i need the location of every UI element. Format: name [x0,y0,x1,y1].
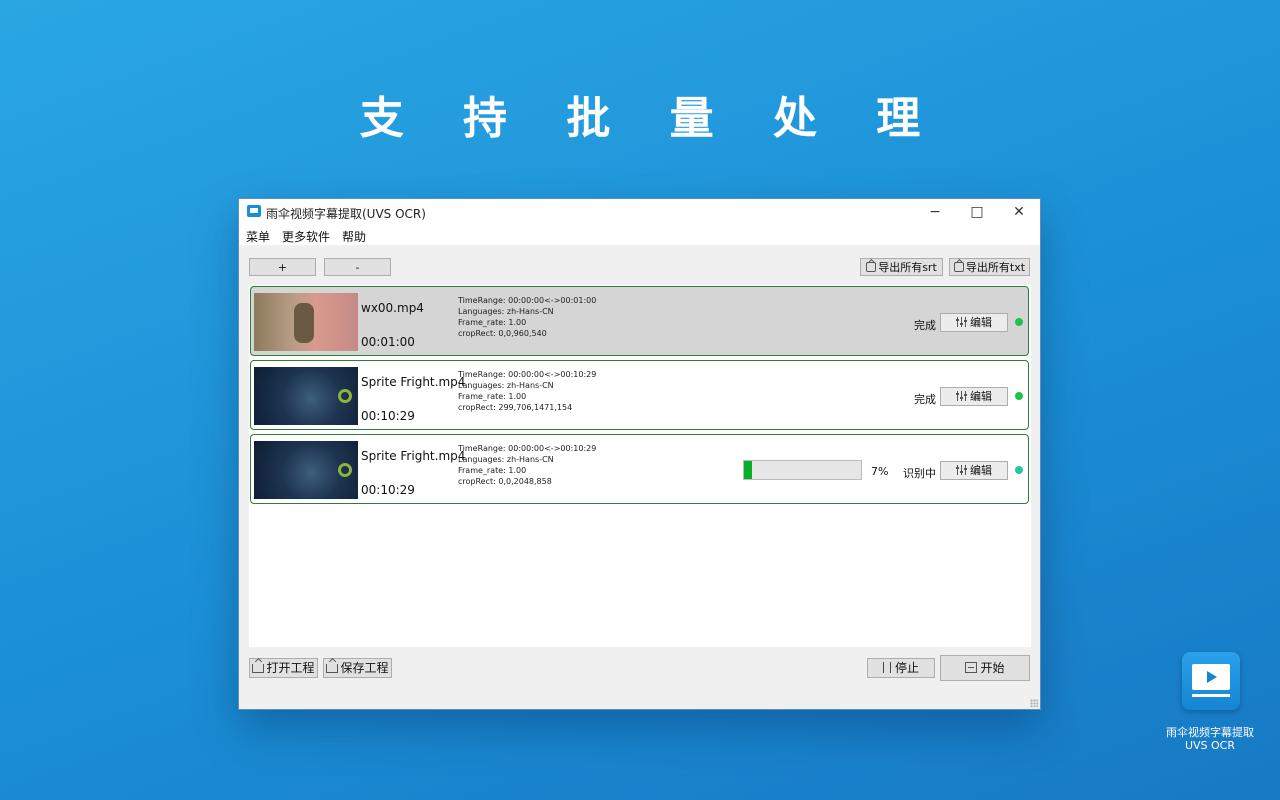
menu-more-software[interactable]: 更多软件 [282,228,330,245]
task-frame-rate: Frame_rate: 1.00 [458,466,527,475]
progress-percent: 7% [871,465,889,478]
video-thumbnail [254,441,358,499]
task-languages: Languages: zh-Hans-CN [458,455,554,464]
maximize-button[interactable]: □ [957,199,997,225]
task-item[interactable]: Sprite Fright.mp4 00:10:29 TimeRange: 00… [250,434,1029,504]
status-dot [1015,392,1023,400]
task-metadata: TimeRange: 00:00:00<->00:10:29 Languages… [458,369,596,413]
sliders-icon [956,465,968,475]
task-metadata: TimeRange: 00:00:00<->00:01:00 Languages… [458,295,596,339]
app-window: 雨伞视频字幕提取(UVS OCR) − □ ✕ 菜单 更多软件 帮助 + - 导… [238,198,1041,710]
task-crop-rect: cropRect: 0,0,2048,858 [458,477,552,486]
play-screen-icon [1192,664,1230,690]
task-filename: Sprite Fright.mp4 [361,375,466,389]
task-crop-rect: cropRect: 0,0,960,540 [458,329,547,338]
open-icon [252,664,265,673]
open-project-button[interactable]: 打开工程 [249,658,318,678]
task-frame-rate: Frame_rate: 1.00 [458,318,527,327]
task-crop-rect: cropRect: 299,706,1471,154 [458,403,573,412]
task-time-range: TimeRange: 00:00:00<->00:01:00 [458,296,597,305]
edit-button[interactable]: 编辑 [940,313,1008,332]
video-thumbnail [254,293,358,351]
progress-bar [743,460,862,480]
task-status: 识别中 [903,467,936,480]
edit-label: 编辑 [970,316,992,329]
brand-name: 雨伞视频字幕提取 [1166,726,1254,739]
save-icon [326,664,339,673]
pause-icon [882,662,891,673]
scan-icon [965,662,978,673]
task-filename: Sprite Fright.mp4 [361,449,466,463]
status-dot [1015,318,1023,326]
edit-label: 编辑 [970,390,992,403]
menu-bar: 菜单 更多软件 帮助 [239,225,1040,245]
task-item[interactable]: wx00.mp4 00:01:00 TimeRange: 00:00:00<->… [250,286,1029,356]
edit-label: 编辑 [970,464,992,477]
start-button[interactable]: 开始 [940,655,1030,681]
sliders-icon [956,391,968,401]
add-file-button[interactable]: + [249,258,316,276]
edit-button[interactable]: 编辑 [940,461,1008,480]
save-project-label: 保存工程 [340,661,389,675]
task-frame-rate: Frame_rate: 1.00 [458,392,527,401]
open-project-label: 打开工程 [266,661,315,675]
stop-button[interactable]: 停止 [867,658,935,678]
task-time-range: TimeRange: 00:00:00<->00:10:29 [458,370,597,379]
save-project-button[interactable]: 保存工程 [323,658,392,678]
task-duration: 00:10:29 [361,409,415,423]
sliders-icon [956,317,968,327]
task-status: 完成 [914,393,936,406]
export-all-srt-button[interactable]: 导出所有srt [860,258,943,276]
status-dot [1015,466,1023,474]
screen-base [1192,694,1230,697]
brand-subtitle: UVS OCR [1184,739,1236,752]
stop-label: 停止 [894,661,919,675]
edit-button[interactable]: 编辑 [940,387,1008,406]
app-brand-icon [1182,652,1240,710]
export-srt-label: 导出所有srt [878,261,937,274]
export-icon [953,262,964,272]
task-duration: 00:10:29 [361,483,415,497]
remove-file-button[interactable]: - [324,258,391,276]
minimize-button[interactable]: − [915,199,955,225]
app-logo-icon [247,205,261,217]
menu-help[interactable]: 帮助 [342,228,366,245]
title-bar[interactable]: 雨伞视频字幕提取(UVS OCR) − □ ✕ [239,199,1040,225]
video-thumbnail [254,367,358,425]
page-headline: 支 持 批 量 处 理 [359,93,943,144]
export-all-txt-button[interactable]: 导出所有txt [949,258,1030,276]
progress-fill [744,461,753,479]
start-label: 开始 [980,661,1005,675]
task-duration: 00:01:00 [361,335,415,349]
task-languages: Languages: zh-Hans-CN [458,381,554,390]
task-languages: Languages: zh-Hans-CN [458,307,554,316]
window-title: 雨伞视频字幕提取(UVS OCR) [266,207,426,221]
export-icon [866,262,877,272]
menu-main[interactable]: 菜单 [246,228,270,245]
task-filename: wx00.mp4 [361,301,424,315]
task-list[interactable]: wx00.mp4 00:01:00 TimeRange: 00:00:00<->… [249,285,1031,647]
task-status: 完成 [914,319,936,332]
task-item[interactable]: Sprite Fright.mp4 00:10:29 TimeRange: 00… [250,360,1029,430]
task-metadata: TimeRange: 00:00:00<->00:10:29 Languages… [458,443,596,487]
export-txt-label: 导出所有txt [965,261,1026,274]
close-button[interactable]: ✕ [999,199,1039,225]
resize-grip[interactable] [1030,699,1038,707]
task-time-range: TimeRange: 00:00:00<->00:10:29 [458,444,597,453]
